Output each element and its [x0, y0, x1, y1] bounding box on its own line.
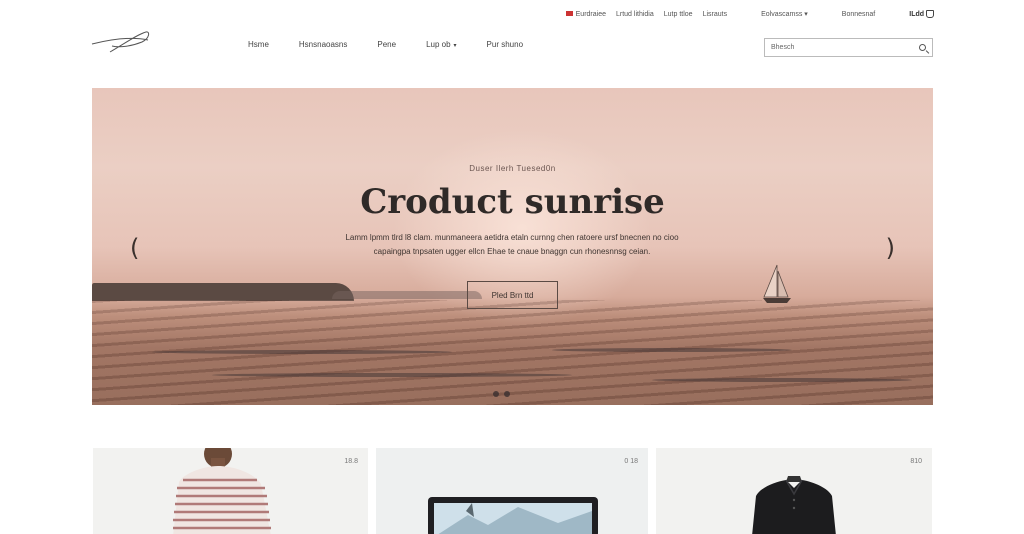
- utility-bar: Eurdraiee Lrtud lithidia Lutp ttloe Lisr…: [565, 10, 934, 18]
- carousel-dot[interactable]: [504, 391, 510, 397]
- striped-shirt-image: [173, 448, 271, 534]
- utility-link-2[interactable]: Lutp ttloe: [664, 11, 693, 18]
- search-input[interactable]: Bhesch: [764, 38, 933, 57]
- nav-item-3[interactable]: Pene: [377, 40, 396, 49]
- main-nav: Hsme Hsnsnaoasns Pene Lup ob ▾ Pur shuno: [248, 40, 523, 49]
- carousel-prev-icon[interactable]: (: [130, 234, 139, 262]
- utility-link-1[interactable]: Lrtud lithidia: [616, 11, 654, 18]
- account-dropdown[interactable]: Eolvascamss ▾: [761, 10, 808, 18]
- chevron-down-icon: ▾: [804, 11, 808, 18]
- carousel-next-icon[interactable]: ): [886, 234, 895, 262]
- nav-item-2[interactable]: Hsnsnaoasns: [299, 40, 347, 49]
- cart-button[interactable]: ILdd: [909, 10, 934, 18]
- black-polo-image: [752, 476, 836, 534]
- nav-item-dropdown[interactable]: Lup ob ▾: [426, 40, 456, 49]
- laptop-image: [428, 497, 598, 534]
- product-card[interactable]: 810: [656, 448, 932, 534]
- search-placeholder: Bhesch: [771, 44, 795, 51]
- login-link[interactable]: Bonnesnaf: [842, 11, 875, 18]
- flag-icon: [565, 11, 573, 17]
- product-price: 18.8: [344, 458, 358, 465]
- hero-carousel: Duser Ilerh Tuesed0n Croduct sunrise Lam…: [92, 88, 933, 405]
- product-card[interactable]: 0 18: [376, 448, 648, 534]
- shoreline-image: [92, 283, 354, 301]
- hero-cta-button[interactable]: Pled Brn ttd: [467, 281, 558, 309]
- product-price: 810: [910, 458, 922, 465]
- brand-logo[interactable]: [90, 26, 152, 58]
- utility-link-3[interactable]: Lisrauts: [703, 11, 728, 18]
- sailboat-image: [763, 264, 791, 303]
- cart-icon: [926, 10, 934, 18]
- language-selector[interactable]: Eurdraiee: [565, 11, 606, 18]
- search-icon[interactable]: [919, 44, 926, 51]
- carousel-dots: [493, 391, 510, 397]
- chevron-down-icon: ▾: [453, 43, 457, 49]
- product-price: 0 18: [624, 458, 638, 465]
- nav-item-home[interactable]: Hsme: [248, 40, 269, 49]
- hero-eyebrow: Duser Ilerh Tuesed0n: [469, 164, 556, 173]
- carousel-dot[interactable]: [493, 391, 499, 397]
- nav-item-5[interactable]: Pur shuno: [487, 40, 523, 49]
- product-card[interactable]: 18.8: [93, 448, 368, 534]
- hero-title: Croduct sunrise: [360, 182, 665, 222]
- hero-description: Lamm lpmm tlrd l8 clam. munmaneera aetid…: [345, 233, 679, 256]
